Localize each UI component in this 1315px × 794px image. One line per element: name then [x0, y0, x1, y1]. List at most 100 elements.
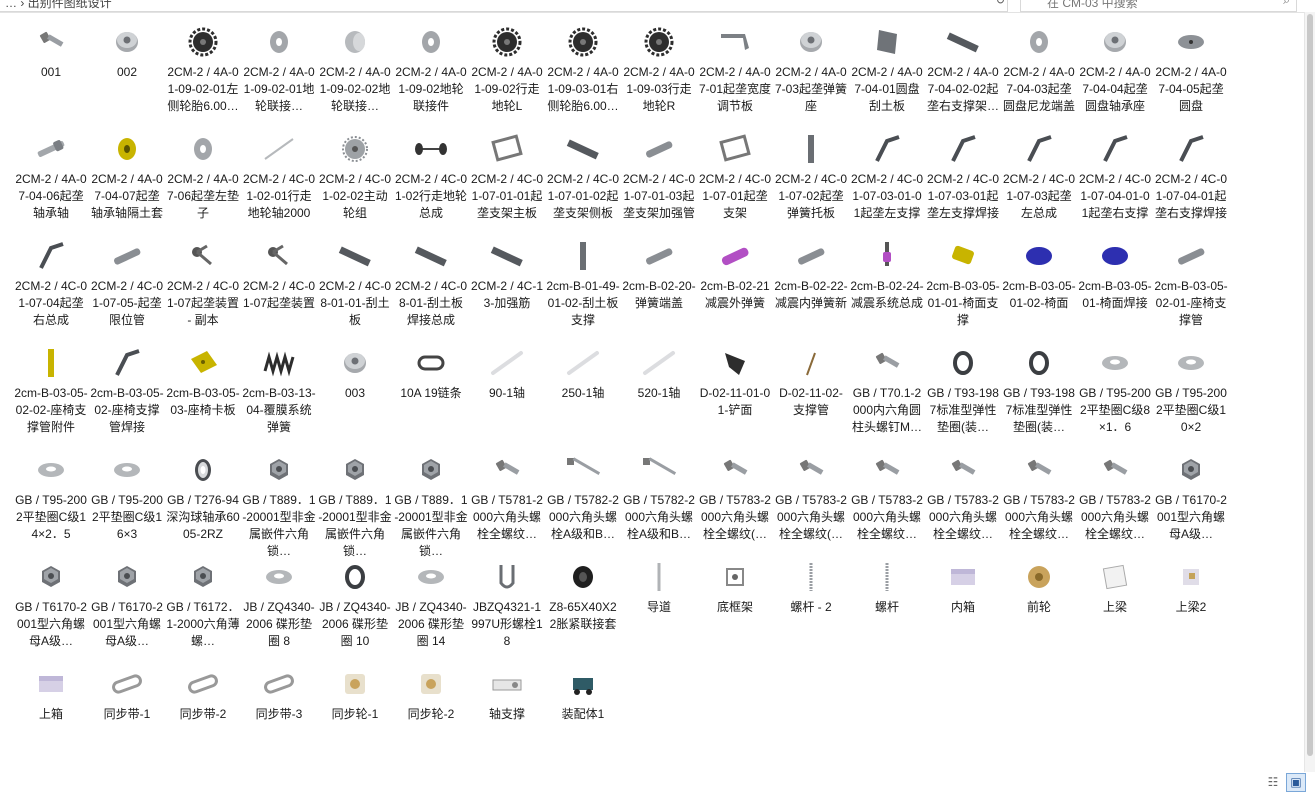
- file-item[interactable]: 2cm-B-03-05-01-椅面焊接: [1077, 236, 1153, 343]
- file-item[interactable]: 2CM-2 / 4C-01-07-01-02起垄支架侧板: [545, 129, 621, 236]
- file-item[interactable]: 装配体1: [545, 664, 621, 771]
- file-item[interactable]: GB / T93-1987标准型弹性垫圈(装…: [1001, 343, 1077, 450]
- file-item[interactable]: 轴支撑: [469, 664, 545, 771]
- file-item[interactable]: GB / T5783-2000六角头螺栓全螺纹…: [925, 450, 1001, 557]
- details-view-button[interactable]: ☷: [1264, 774, 1282, 790]
- file-item[interactable]: JB / ZQ4340-2006 碟形垫圈 8: [241, 557, 317, 664]
- file-item[interactable]: 2CM-2 / 4C-01-02行走地轮总成: [393, 129, 469, 236]
- search-icon[interactable]: ⌕: [1283, 0, 1290, 8]
- file-item[interactable]: GB / T6170-2001型六角螺母A级…: [13, 557, 89, 664]
- file-item[interactable]: 2CM-2 / 4C-01-07-03起垄左总成: [1001, 129, 1077, 236]
- file-item[interactable]: 2CM-2 / 4C-01-07-03-01起垄左支撑焊接: [925, 129, 1001, 236]
- large-icons-view-button[interactable]: ▣: [1286, 773, 1306, 792]
- file-item[interactable]: 2cm-B-03-13-04-覆膜系统弹簧: [241, 343, 317, 450]
- file-item[interactable]: 2CM-2 / 4C-01-07-04-01起垄右支撑焊接: [1153, 129, 1229, 236]
- file-item[interactable]: 2CM-2 / 4C-01-07起垄装置 - 副本: [165, 236, 241, 343]
- file-item[interactable]: 螺杆 - 2: [773, 557, 849, 664]
- file-item[interactable]: 001: [13, 22, 89, 129]
- file-item[interactable]: GB / T6170-2001型六角螺母A级…: [1153, 450, 1229, 557]
- file-item[interactable]: 内箱: [925, 557, 1001, 664]
- vertical-scrollbar[interactable]: [1304, 12, 1315, 772]
- file-item[interactable]: GB / T95-2002平垫圈C级14×2．5: [13, 450, 89, 557]
- file-item[interactable]: 002: [89, 22, 165, 129]
- file-item[interactable]: 2CM-2 / 4C-01-07-01-03起垄支架加强管: [621, 129, 697, 236]
- file-item[interactable]: JB / ZQ4340-2006 碟形垫圈 14: [393, 557, 469, 664]
- file-item[interactable]: GB / T276-94深沟球轴承6005-2RZ: [165, 450, 241, 557]
- file-item[interactable]: GB / T6172．1-2000六角薄螺…: [165, 557, 241, 664]
- file-item[interactable]: 2CM-2 / 4C-01-07起垄装置: [241, 236, 317, 343]
- file-item[interactable]: 2CM-2 / 4A-01-09-02地轮联接件: [393, 22, 469, 129]
- file-item[interactable]: 2CM-2 / 4A-07-04-04起垄圆盘轴承座: [1077, 22, 1153, 129]
- file-item[interactable]: 2cm-B-03-05-03-座椅卡板: [165, 343, 241, 450]
- file-item[interactable]: 2CM-2 / 4A-07-04-05起垄圆盘: [1153, 22, 1229, 129]
- file-item[interactable]: 2cm-B-03-05-02-座椅支撑管焊接: [89, 343, 165, 450]
- file-item[interactable]: GB / T6170-2001型六角螺母A级…: [89, 557, 165, 664]
- file-item[interactable]: 同步带-3: [241, 664, 317, 771]
- file-item[interactable]: 2cm-B-03-05-02-01-座椅支撑管: [1153, 236, 1229, 343]
- file-item[interactable]: GB / T95-2002平垫圈C级10×2: [1153, 343, 1229, 450]
- file-item[interactable]: 2CM-2 / 4A-01-09-03-01右侧轮胎6.00…: [545, 22, 621, 129]
- file-item[interactable]: 2CM-2 / 4C-13-加强筋: [469, 236, 545, 343]
- file-item[interactable]: 250-1轴: [545, 343, 621, 450]
- file-item[interactable]: GB / T5782-2000六角头螺栓A级和B…: [621, 450, 697, 557]
- file-item[interactable]: 2cm-B-01-49-01-02-刮土板支撑: [545, 236, 621, 343]
- file-item[interactable]: 2CM-2 / 4C-01-02-02主动轮组: [317, 129, 393, 236]
- file-item[interactable]: 上梁: [1077, 557, 1153, 664]
- file-item[interactable]: 2CM-2 / 4C-01-07-01-01起垄支架主板: [469, 129, 545, 236]
- file-item[interactable]: 2cm-B-02-22-减震内弹簧新: [773, 236, 849, 343]
- file-item[interactable]: 2CM-2 / 4A-07-03起垄弹簧座: [773, 22, 849, 129]
- search-box[interactable]: 在 CM-03 中搜索 ⌕: [1020, 0, 1297, 12]
- address-bar[interactable]: … › 出别件图纸设计 ↻: [0, 0, 1008, 12]
- file-item[interactable]: GB / T70.1-2000内六角圆柱头螺钉M…: [849, 343, 925, 450]
- file-item[interactable]: 2CM-2 / 4A-07-04-07起垄轴承轴隔土套: [89, 129, 165, 236]
- file-item[interactable]: 上梁2: [1153, 557, 1229, 664]
- file-item[interactable]: 2CM-2 / 4C-01-07-04起垄右总成: [13, 236, 89, 343]
- file-item[interactable]: 2CM-2 / 4A-01-09-02-01地轮联接…: [241, 22, 317, 129]
- file-item[interactable]: 2CM-2 / 4C-08-01-刮土板焊接总成: [393, 236, 469, 343]
- file-item[interactable]: 2cm-B-02-24-减震系统总成: [849, 236, 925, 343]
- file-item[interactable]: 2CM-2 / 4A-07-06起垄左垫子: [165, 129, 241, 236]
- file-item[interactable]: GB / T5783-2000六角头螺栓全螺纹(…: [697, 450, 773, 557]
- file-item[interactable]: 2CM-2 / 4A-07-04-02-02起垄右支撑架…: [925, 22, 1001, 129]
- file-item[interactable]: GB / T5783-2000六角头螺栓全螺纹…: [1077, 450, 1153, 557]
- file-item[interactable]: 2cm-B-03-05-02-02-座椅支撑管附件: [13, 343, 89, 450]
- file-item[interactable]: D-02-11-01-01-铲面: [697, 343, 773, 450]
- file-item[interactable]: 2CM-2 / 4A-07-01起垄宽度调节板: [697, 22, 773, 129]
- file-item[interactable]: 2CM-2 / 4A-07-04-03起垄圆盘尼龙端盖: [1001, 22, 1077, 129]
- file-item[interactable]: 导道: [621, 557, 697, 664]
- file-item[interactable]: 螺杆: [849, 557, 925, 664]
- file-item[interactable]: 520-1轴: [621, 343, 697, 450]
- file-item[interactable]: JBZQ4321-1997U形螺栓18: [469, 557, 545, 664]
- file-item[interactable]: 2CM-2 / 4C-01-07-02起垄弹簧托板: [773, 129, 849, 236]
- file-item[interactable]: 2CM-2 / 4A-07-04-01圆盘刮土板: [849, 22, 925, 129]
- refresh-icon[interactable]: ↻: [996, 0, 1005, 7]
- file-item[interactable]: D-02-11-02-支撑管: [773, 343, 849, 450]
- file-item[interactable]: JB / ZQ4340-2006 碟形垫圈 10: [317, 557, 393, 664]
- file-item[interactable]: 2cm-B-02-21减震外弹簧: [697, 236, 773, 343]
- file-item[interactable]: GB / T5783-2000六角头螺栓全螺纹…: [849, 450, 925, 557]
- file-item[interactable]: 2cm-B-03-05-01-01-椅面支撑: [925, 236, 1001, 343]
- file-item[interactable]: 同步轮-2: [393, 664, 469, 771]
- file-item[interactable]: 前轮: [1001, 557, 1077, 664]
- file-item[interactable]: 2CM-2 / 4A-07-04-06起垄轴承轴: [13, 129, 89, 236]
- file-item[interactable]: 2cm-B-02-20-弹簧端盖: [621, 236, 697, 343]
- file-item[interactable]: GB / T95-2002平垫圈C级8×1．6: [1077, 343, 1153, 450]
- file-item[interactable]: 同步轮-1: [317, 664, 393, 771]
- scrollbar-thumb[interactable]: [1307, 14, 1313, 756]
- file-item[interactable]: 2cm-B-03-05-01-02-椅面: [1001, 236, 1077, 343]
- file-item[interactable]: 底框架: [697, 557, 773, 664]
- file-item[interactable]: 2CM-2 / 4C-01-07-05-起垄限位管: [89, 236, 165, 343]
- file-item[interactable]: GB / T5783-2000六角头螺栓全螺纹…: [1001, 450, 1077, 557]
- file-item[interactable]: GB / T889．1-20001型非金属嵌件六角锁…: [317, 450, 393, 557]
- file-item[interactable]: 同步带-2: [165, 664, 241, 771]
- file-item[interactable]: 2CM-2 / 4C-01-07-03-01-01起垄左支撑: [849, 129, 925, 236]
- file-item[interactable]: GB / T93-1987标准型弹性垫圈(装…: [925, 343, 1001, 450]
- file-item[interactable]: 90-1轴: [469, 343, 545, 450]
- file-item[interactable]: GB / T5783-2000六角头螺栓全螺纹(…: [773, 450, 849, 557]
- file-item[interactable]: 003: [317, 343, 393, 450]
- file-item[interactable]: 2CM-2 / 4C-01-02-01行走地轮轴2000: [241, 129, 317, 236]
- file-item[interactable]: 2CM-2 / 4C-08-01-01-刮土板: [317, 236, 393, 343]
- file-item[interactable]: 2CM-2 / 4A-01-09-02行走地轮L: [469, 22, 545, 129]
- file-item[interactable]: GB / T5781-2000六角头螺栓全螺纹…: [469, 450, 545, 557]
- file-item[interactable]: 上箱: [13, 664, 89, 771]
